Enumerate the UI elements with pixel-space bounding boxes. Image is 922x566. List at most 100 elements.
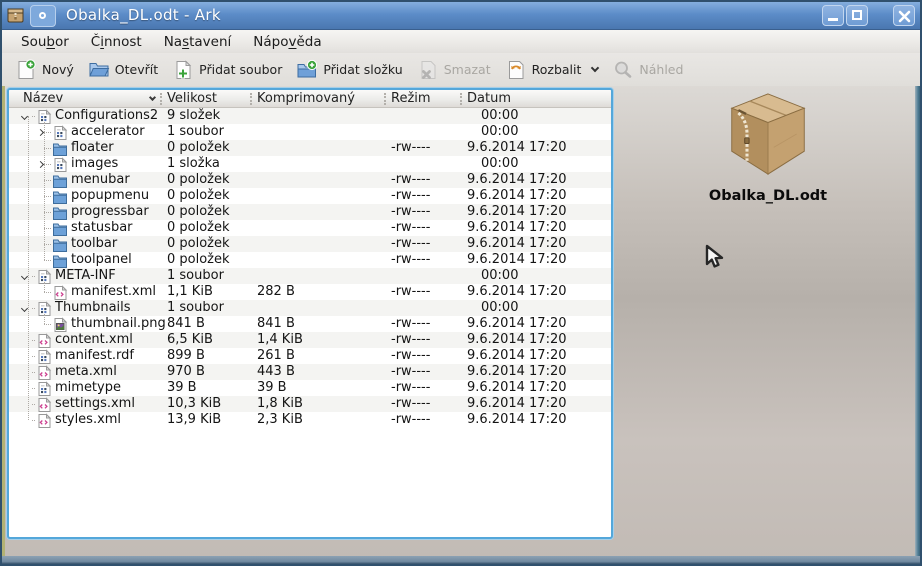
column-header-rezim[interactable]: Režim [391, 91, 431, 106]
delete-icon [421, 60, 436, 79]
cell-size: 6,5 KiB [167, 332, 213, 347]
table-row[interactable]: styles.xml 13,9 KiB 2,3 KiB -rw---- 9.6.2014… [9, 412, 611, 428]
table-row[interactable]: statusbar 0 položek -rw---- 9.6.2014 17:20 [9, 220, 611, 236]
titlebar[interactable]: Obalka_DL.odt - Ark [2, 2, 920, 30]
cell-compressed: 841 B [257, 316, 295, 331]
table-row[interactable]: manifest.xml 1,1 KiB 282 B -rw---- 9.6.2014 … [9, 284, 611, 300]
open-folder-icon [89, 62, 110, 76]
selected-archive-name[interactable]: Obalka_DL.odt [706, 188, 830, 204]
cell-name: manifest.rdf [55, 348, 135, 363]
table-row[interactable]: META-INF 1 soubor 00:00 [9, 268, 611, 284]
cell-size: 0 položek [167, 236, 230, 251]
open-button[interactable]: Otevřít [81, 56, 165, 84]
new-archive-button[interactable]: Nový [8, 56, 81, 84]
table-row[interactable]: mimetype 39 B 39 B -rw---- 9.6.2014 17:20 [9, 380, 611, 396]
cell-size: 9 složek [167, 108, 221, 123]
cell-date: 00:00 [481, 300, 519, 315]
table-row[interactable]: Thumbnails 1 soubor 00:00 [9, 300, 611, 316]
cell-date: 9.6.2014 17:20 [467, 284, 567, 299]
cell-size: 1,1 KiB [167, 284, 213, 299]
column-header-datum[interactable]: Datum [467, 91, 511, 106]
menu-cinnost[interactable]: Činnost [80, 31, 153, 53]
add-folder-icon [297, 59, 318, 77]
ark-window: Obalka_DL.odt - Ark Soubor Činnost Nasta… [0, 0, 922, 566]
menu-soubor[interactable]: Soubor [10, 31, 80, 53]
chevron-down-icon[interactable] [591, 63, 600, 73]
table-row[interactable]: settings.xml 10,3 KiB 1,8 KiB -rw---- 9.6.20… [9, 396, 611, 412]
table-row[interactable]: floater 0 položek -rw---- 9.6.2014 17:20 [9, 140, 611, 156]
menubar: Soubor Činnost Nastavení Nápověda [2, 30, 920, 53]
collapse-arrow-icon[interactable] [20, 108, 29, 124]
circle-icon [39, 12, 46, 19]
window-menu-button[interactable] [30, 5, 56, 27]
cell-name: settings.xml [55, 396, 135, 411]
maximize-button[interactable] [846, 5, 868, 26]
preview-icon [615, 61, 632, 78]
delete-button[interactable]: Smazat [410, 56, 498, 84]
add-folder-button[interactable]: Přidat složku [289, 56, 409, 84]
cell-name: images [71, 156, 119, 171]
cell-date: 9.6.2014 17:20 [467, 332, 567, 347]
cell-name: manifest.xml [71, 284, 157, 299]
cell-date: 9.6.2014 17:20 [467, 348, 567, 363]
table-row[interactable]: Configurations2 9 složek 00:00 [9, 108, 611, 124]
cell-size: 13,9 KiB [167, 412, 222, 427]
expand-arrow-icon[interactable] [36, 156, 45, 172]
table-row[interactable]: toolpanel 0 položek -rw---- 9.6.2014 17:20 [9, 252, 611, 268]
table-row[interactable]: meta.xml 970 B 443 B -rw---- 9.6.2014 17:20 [9, 364, 611, 380]
archive-file-list[interactable]: Název Velikost Komprimovaný Režim Datum … [7, 88, 613, 539]
cell-size: 0 položek [167, 220, 230, 235]
cell-size: 0 položek [167, 188, 230, 203]
cell-size: 1 soubor [167, 268, 224, 283]
minimize-button[interactable] [822, 5, 844, 26]
xml-file-icon [36, 412, 52, 433]
table-row[interactable]: accelerator 1 soubor 00:00 [9, 124, 611, 140]
list-header: Název Velikost Komprimovaný Režim Datum [9, 90, 611, 108]
table-row[interactable]: thumbnail.png 841 B 841 B -rw---- 9.6.2014 1… [9, 316, 611, 332]
cell-size: 970 B [167, 364, 205, 379]
cell-compressed: 1,4 KiB [257, 332, 303, 347]
cell-mode: -rw---- [391, 396, 431, 411]
cell-mode: -rw---- [391, 412, 431, 427]
cell-name: Configurations2 [55, 108, 159, 123]
add-file-icon [176, 59, 192, 79]
column-header-komprimovany[interactable]: Komprimovaný [257, 91, 355, 106]
window-frame-left [2, 86, 5, 564]
extract-button[interactable]: Rozbalit [498, 56, 606, 84]
table-row[interactable]: popupmenu 0 položek -rw---- 9.6.2014 17:20 [9, 188, 611, 204]
cell-name: styles.xml [55, 412, 122, 427]
table-row[interactable]: toolbar 0 položek -rw---- 9.6.2014 17:20 [9, 236, 611, 252]
table-row[interactable]: images 1 složka 00:00 [9, 156, 611, 172]
column-header-velikost[interactable]: Velikost [167, 91, 217, 106]
cell-date: 9.6.2014 17:20 [467, 396, 567, 411]
cell-size: 0 položek [167, 140, 230, 155]
collapse-arrow-icon[interactable] [20, 300, 29, 316]
cell-size: 0 položek [167, 204, 230, 219]
cell-size: 899 B [167, 348, 205, 363]
table-row[interactable]: manifest.rdf 899 B 261 B -rw---- 9.6.2014 17… [9, 348, 611, 364]
close-button[interactable] [893, 5, 915, 26]
menu-napoveda[interactable]: Nápověda [242, 31, 332, 53]
cell-name: floater [71, 140, 114, 155]
cell-size: 39 B [167, 380, 197, 395]
cell-name: statusbar [71, 220, 133, 235]
toolbar: Nový Otevřít Přidat soubor Přidat složku [2, 53, 920, 86]
cell-size: 0 položek [167, 172, 230, 187]
table-row[interactable]: menubar 0 položek -rw---- 9.6.2014 17:20 [9, 172, 611, 188]
cell-date: 9.6.2014 17:20 [467, 412, 567, 427]
cell-compressed: 39 B [257, 380, 287, 395]
collapse-arrow-icon[interactable] [20, 268, 29, 284]
cell-name: mimetype [55, 380, 121, 395]
table-row[interactable]: content.xml 6,5 KiB 1,4 KiB -rw---- 9.6.2014… [9, 332, 611, 348]
cell-size: 841 B [167, 316, 205, 331]
cell-compressed: 261 B [257, 348, 295, 363]
cell-name: META-INF [55, 268, 116, 283]
menu-nastaveni[interactable]: Nastavení [153, 31, 243, 53]
table-row[interactable]: progressbar 0 položek -rw---- 9.6.2014 17:2… [9, 204, 611, 220]
column-header-nazev[interactable]: Název [23, 91, 63, 106]
add-file-button[interactable]: Přidat soubor [165, 56, 289, 84]
preview-button[interactable]: Náhled [605, 56, 690, 84]
cell-date: 9.6.2014 17:20 [467, 172, 567, 187]
cell-compressed: 282 B [257, 284, 295, 299]
expand-arrow-icon[interactable] [36, 124, 45, 140]
